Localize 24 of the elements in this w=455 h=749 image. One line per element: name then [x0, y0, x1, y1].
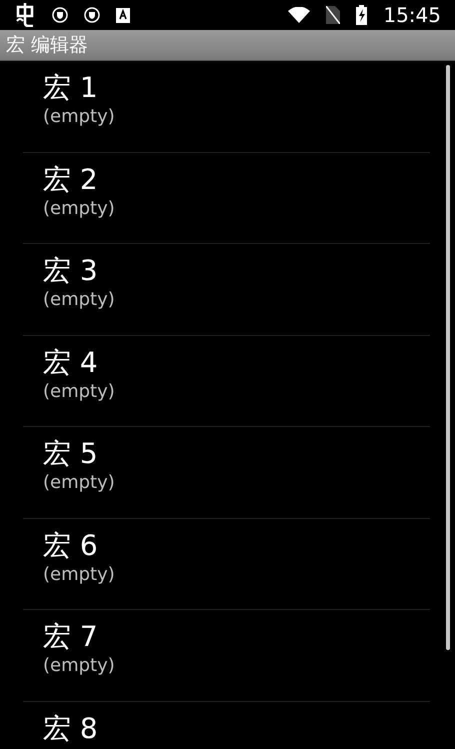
- macro-status: (empty): [43, 196, 115, 220]
- app-notification-icon: [14, 3, 36, 27]
- wifi-icon: [288, 7, 310, 23]
- macro-status: (empty): [43, 105, 115, 129]
- macro-status: (empty): [43, 654, 115, 678]
- macro-title[interactable]: 宏 6: [43, 528, 98, 562]
- clock: 15:45: [383, 5, 441, 25]
- battery-charging-icon: [356, 5, 368, 25]
- macro-title[interactable]: 宏 1: [43, 71, 98, 105]
- macro-title[interactable]: 宏 7: [43, 620, 98, 654]
- macro-status: (empty): [43, 288, 115, 312]
- shield-icon: [84, 7, 100, 23]
- app-title: 宏 编辑器: [6, 32, 88, 58]
- shield-icon: [52, 7, 68, 23]
- macro-status: (empty): [43, 380, 115, 404]
- no-sim-icon: [326, 6, 340, 24]
- keyboard-icon: [116, 8, 130, 22]
- macro-title[interactable]: 宏 2: [43, 162, 98, 196]
- macro-title[interactable]: 宏 8: [43, 712, 98, 746]
- macro-status: (empty): [43, 471, 115, 495]
- macro-title[interactable]: 宏 3: [43, 254, 98, 288]
- macro-status: (empty): [43, 562, 115, 586]
- macro-title[interactable]: 宏 4: [43, 346, 98, 380]
- macro-title[interactable]: 宏 5: [43, 437, 98, 471]
